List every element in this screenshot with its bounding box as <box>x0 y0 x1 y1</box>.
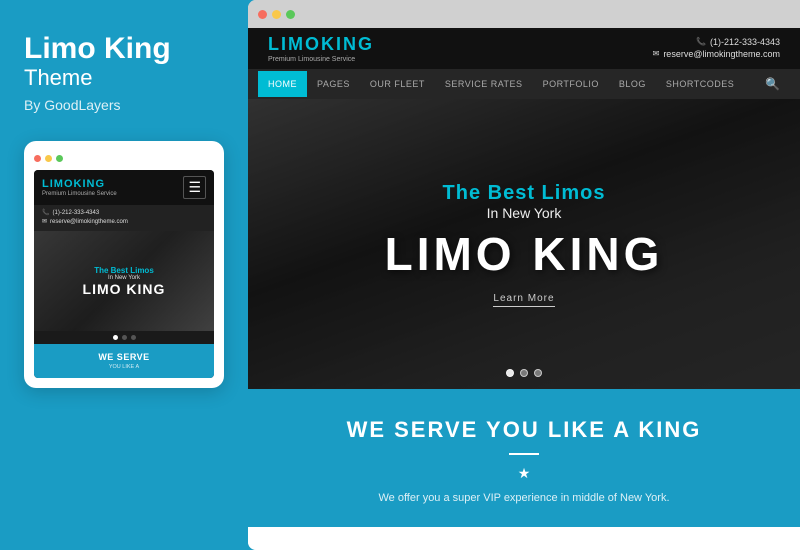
mobile-dot-2 <box>122 335 127 340</box>
nav-item-home[interactable]: HOME <box>258 71 307 97</box>
site-logo-block: LIMOKING Premium Limousine Service <box>268 34 374 63</box>
desktop-titlebar <box>248 0 800 28</box>
site-email-address: reserve@limokingtheme.com <box>663 49 780 59</box>
site-phone-line: 📞 (1)-212-333-4343 <box>653 37 780 47</box>
theme-title-block: Limo King Theme By GoodLayers <box>24 32 224 113</box>
mobile-contact-section: 📞 (1)-212-333-4343 ✉ reserve@limokingthe… <box>34 205 214 231</box>
mobile-titlebar-dots <box>34 155 214 162</box>
theme-title: Limo King <box>24 32 224 65</box>
site-hero-section: The Best Limos In New York LIMO KING Lea… <box>248 99 800 389</box>
mobile-site-header: LIMOKING Premium Limousine Service ☰ <box>34 170 214 205</box>
serve-section: WE SERVE YOU LIKE A KING ★ We offer you … <box>248 389 800 527</box>
site-contact-block: 📞 (1)-212-333-4343 ✉ reserve@limokingthe… <box>653 37 780 61</box>
mobile-serve-title: WE SERVE <box>42 352 206 362</box>
mobile-hero-section: The Best Limos In New York LIMO KING <box>34 231 214 331</box>
hero-slider-dots <box>506 369 542 377</box>
mobile-phone-icon: 📞 <box>42 209 49 216</box>
serve-divider <box>509 453 539 455</box>
mobile-logo-accent: KING <box>74 178 106 190</box>
desktop-dot-yellow <box>272 10 281 19</box>
hero-content: The Best Limos In New York LIMO KING Lea… <box>385 182 664 307</box>
nav-item-our-fleet[interactable]: OUR FLEET <box>360 71 435 97</box>
hero-in-ny: In New York <box>385 205 664 221</box>
left-panel: Limo King Theme By GoodLayers LIMOKING P… <box>0 0 248 550</box>
mobile-dot-1 <box>113 335 118 340</box>
mobile-dot-red <box>34 155 41 162</box>
mobile-browser-content: LIMOKING Premium Limousine Service ☰ 📞 (… <box>34 170 214 378</box>
site-navigation: HOME PAGES OUR FLEET SERVICE RATES PORTF… <box>248 69 800 99</box>
hero-best-limos: The Best Limos <box>385 182 664 205</box>
nav-item-service-rates[interactable]: SERVICE RATES <box>435 71 533 97</box>
mobile-logo-text: LIMO <box>42 178 74 190</box>
mobile-dot-3 <box>131 335 136 340</box>
site-logo: LIMOKING <box>268 34 374 55</box>
hero-learn-more-link[interactable]: Learn More <box>493 293 554 307</box>
desktop-mockup: LIMOKING Premium Limousine Service 📞 (1)… <box>248 0 800 550</box>
desktop-browser-content: LIMOKING Premium Limousine Service 📞 (1)… <box>248 28 800 550</box>
nav-item-shortcodes[interactable]: SHORTCODES <box>656 71 744 97</box>
theme-subtitle: Theme <box>24 65 224 91</box>
site-email-line: ✉ reserve@limokingtheme.com <box>653 49 780 59</box>
desktop-dot-red <box>258 10 267 19</box>
hero-dot-1[interactable] <box>506 369 514 377</box>
mobile-hero-best-limos: The Best Limos <box>83 266 166 275</box>
site-topbar: LIMOKING Premium Limousine Service 📞 (1)… <box>248 28 800 69</box>
mobile-serve-sub: YOU LIKE A <box>42 364 206 370</box>
mobile-logo: LIMOKING <box>42 178 117 190</box>
mobile-phone-line: 📞 (1)-212-333-4343 <box>42 209 206 216</box>
desktop-dot-green <box>286 10 295 19</box>
hero-dot-3[interactable] <box>534 369 542 377</box>
hero-dot-2[interactable] <box>520 369 528 377</box>
mobile-dot-yellow <box>45 155 52 162</box>
site-email-icon: ✉ <box>653 49 660 58</box>
mobile-email-icon: ✉ <box>42 218 47 225</box>
site-phone-icon: 📞 <box>696 37 706 46</box>
mobile-slider-dots <box>34 331 214 344</box>
mobile-tagline: Premium Limousine Service <box>42 191 117 197</box>
mobile-email-line: ✉ reserve@limokingtheme.com <box>42 218 206 225</box>
nav-item-blog[interactable]: BLOG <box>609 71 656 97</box>
mobile-dot-green <box>56 155 63 162</box>
nav-search-icon[interactable]: 🔍 <box>755 69 790 99</box>
mobile-serve-section: WE SERVE YOU LIKE A <box>34 344 214 378</box>
site-phone-number: (1)-212-333-4343 <box>710 37 780 47</box>
site-logo-accent: KING <box>321 34 374 54</box>
serve-description: We offer you a super VIP experience in m… <box>354 490 694 507</box>
mobile-hero-text: The Best Limos In New York LIMO KING <box>83 266 166 297</box>
mobile-mockup: LIMOKING Premium Limousine Service ☰ 📞 (… <box>24 141 224 388</box>
site-logo-text: LIMO <box>268 34 321 54</box>
mobile-email-address: reserve@limokingtheme.com <box>50 219 128 225</box>
nav-item-portfolio[interactable]: PORTFOLIO <box>533 71 609 97</box>
serve-star: ★ <box>268 465 780 482</box>
nav-item-pages[interactable]: PAGES <box>307 71 360 97</box>
theme-author: By GoodLayers <box>24 97 224 113</box>
mobile-hamburger-icon[interactable]: ☰ <box>183 176 206 199</box>
hero-limo-king: LIMO KING <box>385 227 664 281</box>
site-tagline: Premium Limousine Service <box>268 56 374 63</box>
mobile-hero-limo-king: LIMO KING <box>83 281 166 297</box>
serve-title: WE SERVE YOU LIKE A KING <box>268 417 780 443</box>
mobile-phone-number: (1)-212-333-4343 <box>52 210 99 216</box>
